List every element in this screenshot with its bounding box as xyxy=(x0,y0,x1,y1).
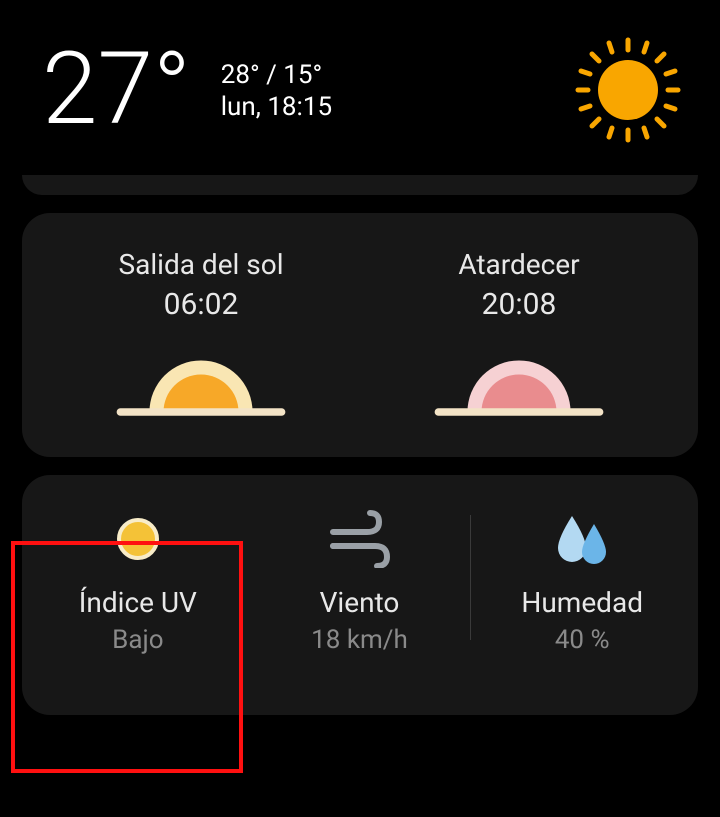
uv-label: Índice UV xyxy=(79,586,197,619)
wind-label: Viento xyxy=(320,586,400,619)
sun-icon xyxy=(568,30,688,150)
metrics-card: Índice UV Bajo Viento 18 km/h Humedad 40… xyxy=(22,475,698,715)
humidity-icon xyxy=(550,510,614,568)
sunset-time: 20:08 xyxy=(360,287,678,322)
current-temperature: 27° xyxy=(42,40,191,140)
header-left: 27° 28° / 15° lun, 18:15 xyxy=(42,40,332,140)
card-top-edge xyxy=(22,175,698,195)
humidity-value: 40 % xyxy=(555,625,610,655)
date-time: lun, 18:15 xyxy=(221,92,332,122)
sunrise-time: 06:02 xyxy=(42,287,360,322)
sun-times-card: Salida del sol 06:02 Atardecer 20:08 xyxy=(22,213,698,457)
uv-dot-icon xyxy=(115,510,161,568)
high-low-temp: 28° / 15° xyxy=(221,60,332,90)
sun-times-row: Salida del sol 06:02 Atardecer 20:08 xyxy=(42,248,678,427)
sunset-icon xyxy=(360,352,678,427)
sunset-label: Atardecer xyxy=(360,248,678,281)
sunrise-block[interactable]: Salida del sol 06:02 xyxy=(42,248,360,427)
uv-metric[interactable]: Índice UV Bajo xyxy=(27,510,249,655)
humidity-metric[interactable]: Humedad 40 % xyxy=(471,510,693,655)
sunrise-icon xyxy=(42,352,360,427)
wind-value: 18 km/h xyxy=(311,625,408,655)
header-info: 28° / 15° lun, 18:15 xyxy=(221,40,332,122)
wind-icon xyxy=(325,510,395,568)
uv-value: Bajo xyxy=(112,625,163,655)
sunset-block[interactable]: Atardecer 20:08 xyxy=(360,248,678,427)
wind-metric[interactable]: Viento 18 km/h xyxy=(249,510,471,655)
weather-header: 27° 28° / 15° lun, 18:15 xyxy=(22,0,698,170)
humidity-label: Humedad xyxy=(521,586,643,619)
sunrise-label: Salida del sol xyxy=(42,248,360,281)
